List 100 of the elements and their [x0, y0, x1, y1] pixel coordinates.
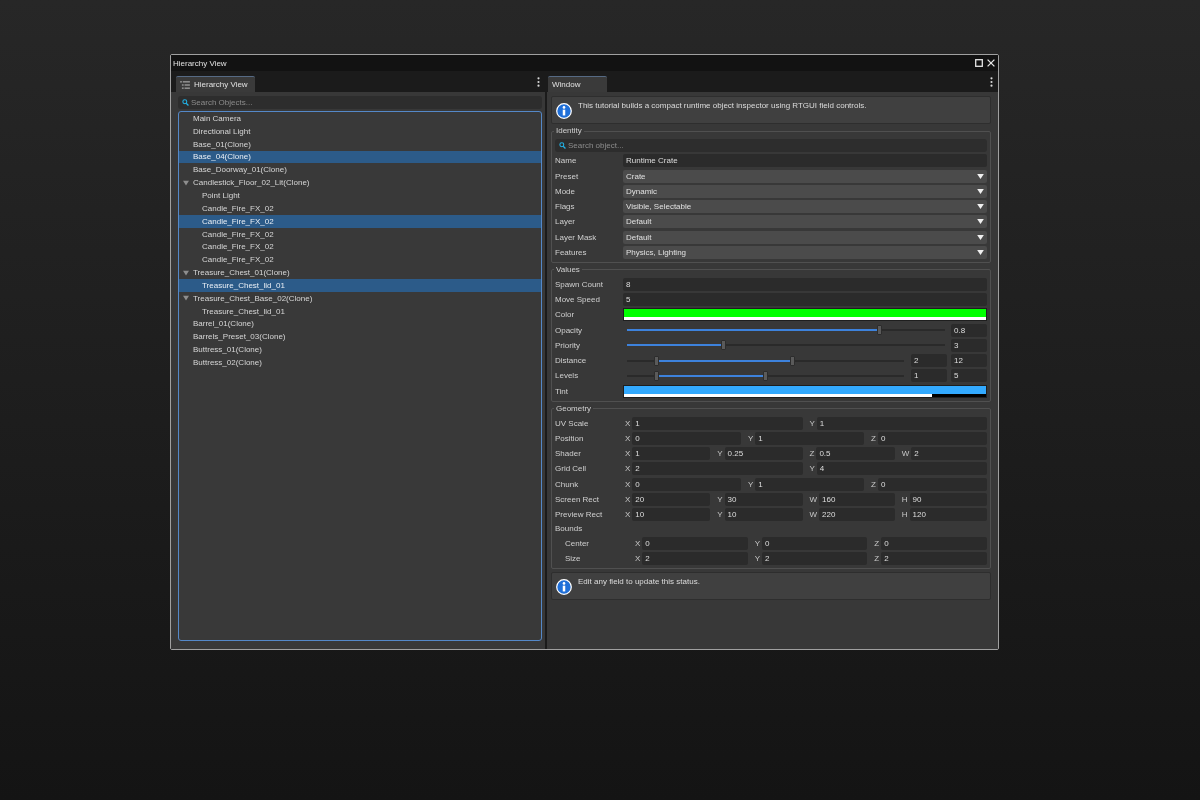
number-field[interactable]: 2 [911, 447, 987, 460]
field-label: Tint [555, 386, 570, 396]
number-field[interactable]: 0 [632, 477, 741, 491]
axis-label: X [624, 418, 632, 428]
field-label: Layer [555, 217, 576, 227]
slider-handle[interactable] [877, 325, 883, 335]
number-field[interactable]: 2 [642, 551, 748, 565]
tree-item[interactable]: Candle_Fire_FX_02 [179, 253, 541, 267]
field-label: Bounds [555, 524, 584, 534]
number-field[interactable]: 1 [755, 431, 864, 445]
field-label: Layer Mask [555, 232, 598, 242]
axis-label: Z [873, 538, 881, 548]
number-field[interactable]: 1 [911, 369, 947, 383]
search-field[interactable]: Search Objects... [178, 96, 542, 109]
tree-item[interactable]: Treasure_Chest_lid_01 [179, 304, 541, 318]
number-field[interactable]: 10 [632, 508, 711, 521]
close-icon[interactable] [987, 59, 995, 67]
number-field[interactable]: 3 [951, 338, 987, 352]
number-field[interactable]: 8 [623, 277, 987, 291]
field-label: Preview Rect [555, 510, 604, 519]
panel-tab[interactable]: Hierarchy View [176, 76, 255, 92]
slider-handle[interactable] [654, 370, 660, 381]
tree-item[interactable]: Barrels_Preset_03(Clone) [179, 330, 541, 344]
slider-track[interactable] [627, 355, 904, 366]
search-field[interactable]: Search object... [555, 139, 987, 152]
tree-item[interactable]: Base_01(Clone) [179, 137, 541, 151]
dropdown[interactable]: Dynamic [623, 184, 987, 198]
number-field[interactable]: 20 [632, 492, 711, 506]
hierarchy-list-icon [180, 80, 190, 89]
tree-item[interactable]: Main Camera [179, 112, 541, 125]
number-field[interactable]: 90 [909, 492, 987, 506]
number-field[interactable]: 30 [724, 492, 803, 506]
tree-item[interactable]: Candle_Fire_FX_02 [179, 214, 541, 228]
number-field[interactable]: 5 [951, 369, 987, 383]
number-field[interactable]: 220 [819, 508, 895, 521]
number-field[interactable]: 2 [762, 551, 868, 565]
search-icon [559, 142, 566, 149]
axis-label: Y [747, 479, 755, 489]
tree-item[interactable]: Buttress_02(Clone) [179, 356, 541, 369]
number-field[interactable]: 160 [819, 492, 895, 506]
number-field[interactable]: 2 [911, 354, 947, 367]
tree-item[interactable]: Base_04(Clone) [179, 150, 541, 164]
number-field[interactable]: 0 [877, 477, 987, 491]
color-field[interactable] [623, 384, 987, 398]
number-field[interactable]: 10 [724, 508, 803, 521]
slider-track[interactable] [627, 325, 945, 335]
field-label: Position [555, 433, 585, 443]
number-field[interactable]: 0 [642, 536, 748, 550]
number-field[interactable]: 2 [632, 462, 803, 476]
tree-item[interactable]: Candlestick_Floor_02_Lit(Clone) [179, 176, 541, 190]
slider-handle[interactable] [763, 370, 768, 381]
tree-item[interactable]: Directional Light [179, 124, 541, 138]
disclosure-triangle-icon[interactable] [183, 269, 189, 276]
number-field[interactable]: 5 [623, 293, 987, 306]
number-field[interactable]: 0.5 [816, 447, 895, 460]
disclosure-triangle-icon[interactable] [183, 179, 189, 186]
tree-item[interactable]: Candle_Fire_FX_02 [179, 227, 541, 241]
kebab-menu-icon[interactable] [990, 76, 993, 87]
field-label: Move Speed [555, 295, 601, 304]
number-field[interactable]: 1 [632, 447, 711, 460]
slider-track[interactable] [627, 370, 904, 381]
panel-tab[interactable]: Window [548, 76, 607, 92]
number-field[interactable]: 1 [755, 477, 864, 491]
slider-track[interactable] [627, 340, 945, 351]
dropdown[interactable]: Default [623, 230, 987, 244]
tree-item[interactable]: Candle_Fire_FX_02 [179, 240, 541, 254]
dropdown[interactable]: Default [623, 215, 987, 229]
tree-item[interactable]: Point Light [179, 189, 541, 202]
tree-item[interactable]: Barrel_01(Clone) [179, 317, 541, 331]
tree-item[interactable]: Buttress_01(Clone) [179, 343, 541, 357]
tree-item[interactable]: Treasure_Chest_lid_01 [179, 278, 541, 292]
dropdown[interactable]: Physics, Lighting [623, 245, 987, 259]
tree-item[interactable]: Base_Doorway_01(Clone) [179, 163, 541, 177]
number-field[interactable]: 0 [881, 536, 987, 550]
tree-item[interactable]: Candle_Fire_FX_02 [179, 201, 541, 215]
slider-handle[interactable] [720, 340, 726, 351]
tree-item[interactable]: Treasure_Chest_Base_02(Clone) [179, 291, 541, 305]
number-field[interactable]: 1 [816, 416, 987, 430]
slider-handle[interactable] [790, 355, 796, 366]
group-title: Identity [555, 126, 583, 136]
number-field[interactable]: 1 [632, 416, 803, 430]
slider-handle[interactable] [654, 355, 660, 366]
tree-item[interactable]: Treasure_Chest_01(Clone) [179, 266, 541, 279]
number-field[interactable]: 0 [877, 431, 987, 445]
number-field[interactable]: 0 [762, 536, 868, 550]
number-field[interactable]: 0.8 [951, 323, 987, 337]
kebab-menu-icon[interactable] [537, 76, 540, 87]
number-field[interactable]: 2 [881, 551, 987, 565]
number-field[interactable]: 0.25 [724, 447, 803, 460]
dropdown[interactable]: Crate [623, 169, 987, 183]
text-field[interactable]: Runtime Crate [623, 154, 987, 168]
dropdown[interactable]: Visible, Selectable [623, 200, 987, 213]
maximize-icon[interactable] [975, 59, 983, 67]
axis-label: Z [808, 449, 816, 458]
number-field[interactable]: 12 [951, 354, 987, 367]
number-field[interactable]: 4 [816, 462, 987, 476]
number-field[interactable]: 0 [632, 431, 741, 445]
color-field[interactable] [623, 308, 987, 322]
number-field[interactable]: 120 [909, 508, 987, 521]
disclosure-triangle-icon[interactable] [183, 295, 189, 302]
